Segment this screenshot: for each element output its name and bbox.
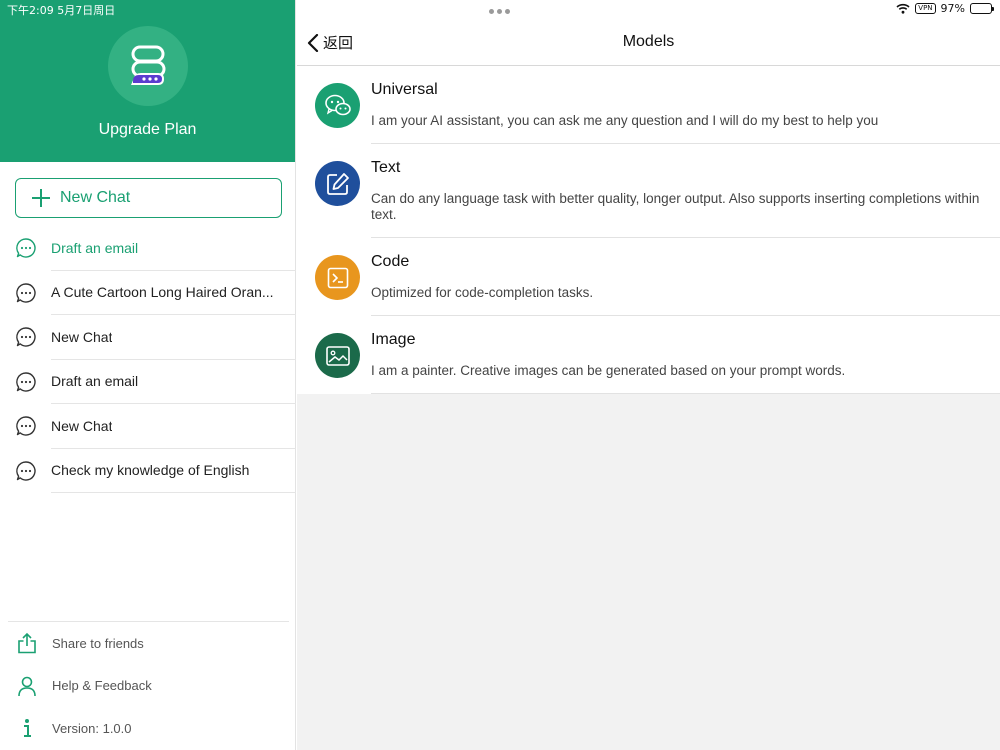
multitask-dots-icon[interactable] — [489, 9, 510, 14]
model-name: Universal — [371, 81, 438, 98]
sidebar-header: Upgrade Plan — [0, 0, 295, 162]
status-time: 下午2:09 5月7日周日 — [7, 4, 116, 17]
chat-bubble-icon — [16, 283, 36, 303]
person-icon — [16, 675, 38, 697]
model-name: Code — [371, 253, 410, 270]
help-feedback-label: Help & Feedback — [52, 678, 152, 694]
new-chat-button[interactable]: New Chat — [15, 178, 282, 218]
main-panel: 返回 Models Universal I am your AI assista… — [297, 0, 1000, 750]
vpn-badge: VPN — [915, 3, 936, 14]
chat-bubbles-logo-icon — [130, 45, 165, 85]
plus-icon — [32, 189, 50, 207]
wechat-icon — [324, 94, 351, 115]
nav-bar: 返回 Models — [297, 0, 1000, 66]
model-icon-bg — [315, 255, 360, 300]
battery-icon — [970, 3, 994, 14]
chat-bubble-icon — [16, 372, 36, 392]
sidebar: Upgrade Plan New Chat Draft an email A Cu… — [0, 0, 296, 750]
chat-title: Draft an email — [51, 239, 139, 256]
model-list: Universal I am your AI assistant, you ca… — [297, 66, 1000, 394]
chat-title-row: Draft an email — [51, 226, 296, 271]
page-title: Models — [622, 33, 675, 50]
share-icon — [16, 632, 38, 654]
model-description: I am your AI assistant, you can ask me a… — [371, 113, 879, 128]
chat-list-item[interactable]: New Chat — [0, 315, 296, 360]
share-to-friends-item[interactable]: Share to friends — [8, 622, 289, 665]
app-logo[interactable] — [107, 26, 188, 106]
model-body: Code Optimized for code-completion tasks… — [371, 238, 1000, 316]
battery-percent: 97% — [940, 2, 965, 15]
model-name: Image — [371, 331, 416, 348]
model-item-image[interactable]: Image I am a painter. Creative images ca… — [297, 316, 1000, 394]
chat-bubble-icon — [16, 238, 36, 258]
model-body: Image I am a painter. Creative images ca… — [371, 316, 1000, 394]
chat-list-item[interactable]: Draft an email — [0, 226, 296, 271]
model-item-text[interactable]: Text Can do any language task with bette… — [297, 144, 1000, 238]
upgrade-plan-link[interactable]: Upgrade Plan — [99, 121, 197, 139]
chat-list-item[interactable]: New Chat — [0, 404, 296, 449]
chat-title-row: New Chat — [51, 404, 296, 449]
model-icon-bg — [315, 83, 360, 128]
chat-bubble-icon — [16, 461, 36, 481]
info-icon — [16, 717, 38, 739]
model-description: I am a painter. Creative images can be g… — [371, 363, 846, 378]
wifi-icon — [896, 3, 910, 14]
model-description: Optimized for code-completion tasks. — [371, 285, 594, 300]
version-label: Version: 1.0.0 — [52, 720, 132, 736]
chat-title: Check my knowledge of English — [51, 462, 250, 479]
share-to-friends-label: Share to friends — [52, 635, 144, 651]
chat-title-row: New Chat — [51, 315, 296, 360]
chat-list-item[interactable]: Draft an email — [0, 360, 296, 404]
chat-title: A Cute Cartoon Long Haired Oran... — [51, 284, 274, 301]
edit-icon — [326, 172, 349, 195]
chat-title: New Chat — [51, 417, 113, 434]
sidebar-footer: Share to friends Help & Feedback Version… — [8, 621, 289, 750]
chat-title-row: A Cute Cartoon Long Haired Oran... — [51, 271, 296, 315]
model-item-code[interactable]: Code Optimized for code-completion tasks… — [297, 238, 1000, 316]
model-body: Text Can do any language task with bette… — [371, 144, 1000, 238]
chat-title: New Chat — [51, 328, 113, 345]
chat-bubble-icon — [16, 327, 36, 347]
chat-title-row: Draft an email — [51, 360, 296, 404]
model-icon-bg — [315, 161, 360, 206]
chat-history-list: Draft an email A Cute Cartoon Long Haired… — [0, 226, 296, 493]
chat-title: Draft an email — [51, 373, 139, 390]
model-icon-bg — [315, 333, 360, 378]
model-name: Text — [371, 159, 401, 176]
terminal-icon — [327, 267, 348, 288]
model-item-universal[interactable]: Universal I am your AI assistant, you ca… — [297, 66, 1000, 144]
chat-title-row: Check my knowledge of English — [51, 449, 296, 493]
model-description: Can do any language task with better qua… — [371, 191, 980, 222]
chat-list-item[interactable]: Check my knowledge of English — [0, 449, 296, 493]
image-icon — [325, 345, 350, 366]
new-chat-label: New Chat — [60, 189, 131, 206]
chat-bubble-icon — [16, 416, 36, 436]
version-item[interactable]: Version: 1.0.0 — [8, 707, 289, 750]
chat-list-item[interactable]: A Cute Cartoon Long Haired Oran... — [0, 271, 296, 315]
status-indicators: VPN 97% — [896, 2, 994, 15]
model-body: Universal I am your AI assistant, you ca… — [371, 66, 1000, 144]
help-feedback-item[interactable]: Help & Feedback — [8, 665, 289, 708]
